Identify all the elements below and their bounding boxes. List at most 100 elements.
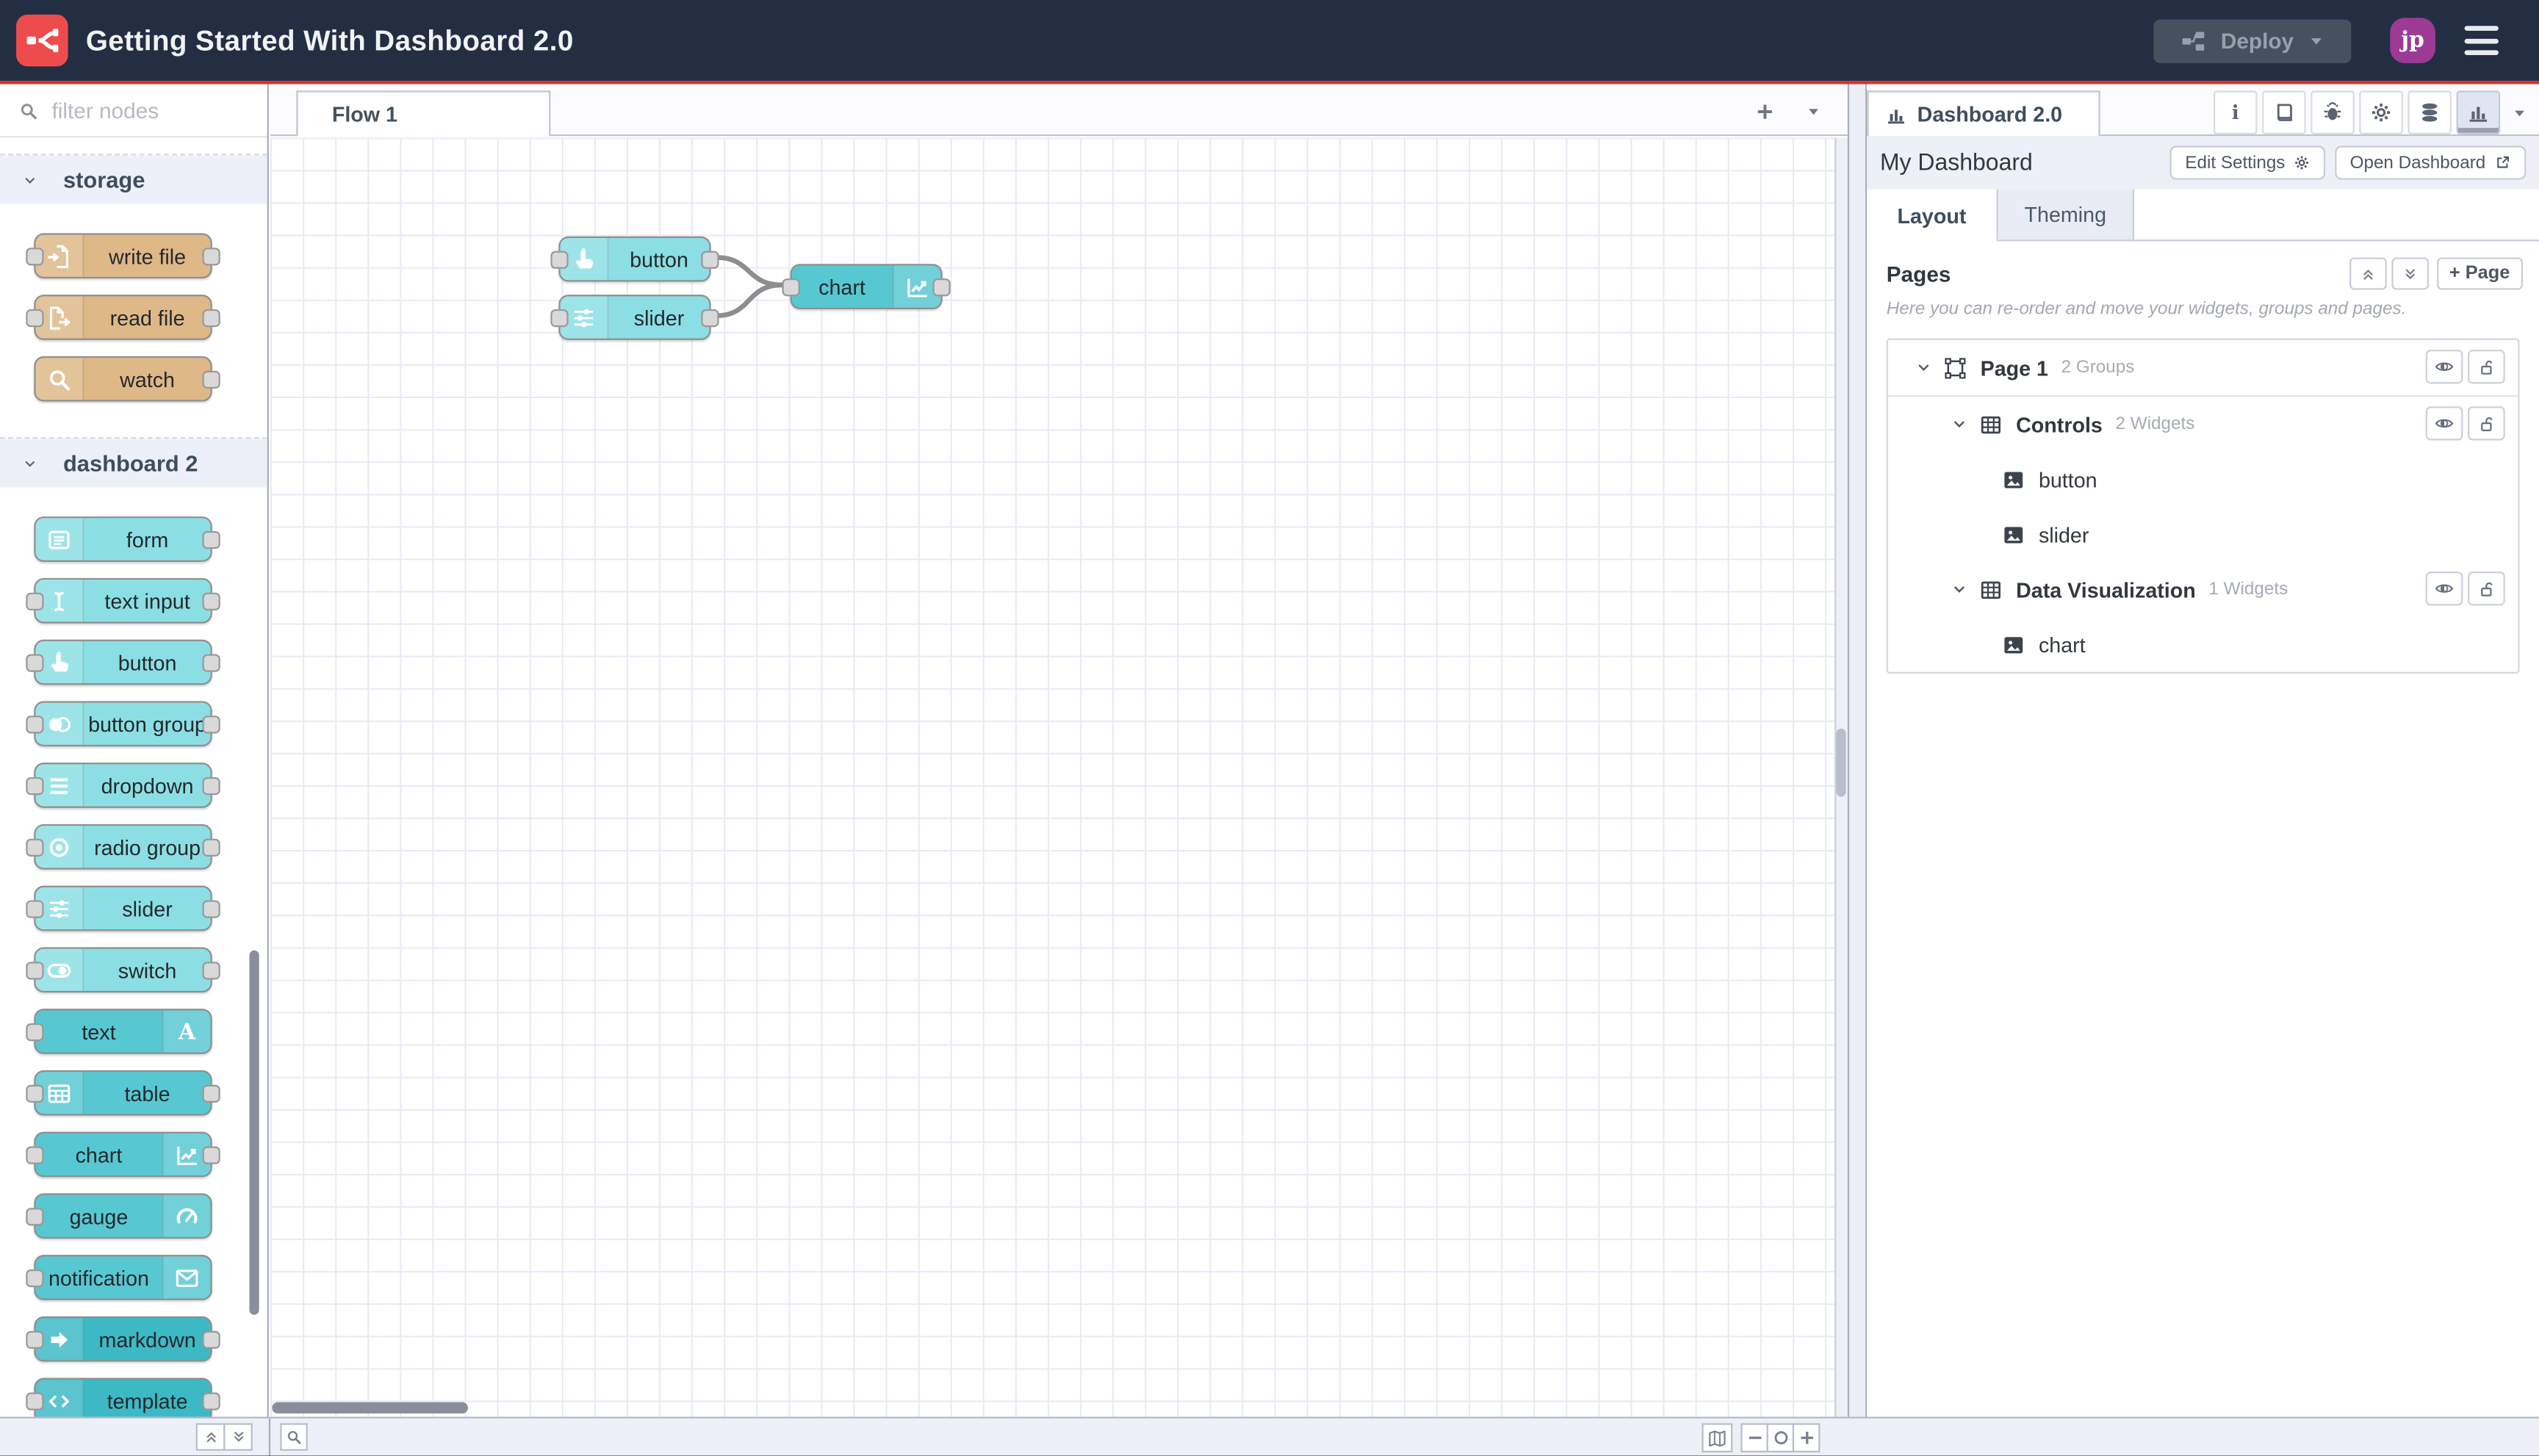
tab-dashboard-2[interactable]: Dashboard 2.0 [1867, 90, 2100, 137]
pal-node-notification[interactable]: notification [26, 1255, 212, 1300]
pal-node-table[interactable]: table [26, 1070, 220, 1116]
output-port[interactable] [202, 530, 220, 549]
open-dashboard-button[interactable]: Open Dashboard [2335, 145, 2527, 180]
palette-category-header-storage[interactable]: storage [0, 155, 267, 204]
move-down-button[interactable] [2391, 257, 2429, 290]
output-port[interactable] [202, 1330, 220, 1348]
input-port[interactable] [26, 1207, 44, 1225]
filter-nodes-input[interactable] [48, 96, 234, 124]
pal-node-button-group[interactable]: button group [26, 701, 220, 747]
input-port[interactable] [26, 1022, 44, 1041]
canvas-vertical-scrollbar-thumb[interactable] [1836, 728, 1846, 797]
zoom-reset-button[interactable] [1766, 1423, 1795, 1453]
input-port[interactable] [550, 250, 569, 268]
pal-node-text[interactable]: text A [26, 1009, 212, 1054]
navigator-toggle-button[interactable] [1701, 1423, 1733, 1453]
tree-row-button[interactable]: button [1888, 452, 2518, 507]
output-port[interactable] [701, 308, 719, 327]
sidebar-tool-gear-button[interactable] [2359, 90, 2403, 134]
add-page-button[interactable]: + Page [2436, 257, 2523, 290]
pal-node-gauge[interactable]: gauge [26, 1193, 212, 1239]
visibility-toggle-button[interactable] [2425, 572, 2463, 606]
input-port[interactable] [26, 837, 44, 856]
zoom-out-button[interactable] [1740, 1423, 1768, 1453]
input-port[interactable] [26, 776, 44, 795]
input-port[interactable] [26, 591, 44, 610]
pal-node-slider[interactable]: slider [26, 885, 220, 931]
sidebar-tool-bar-chart-button[interactable] [2456, 90, 2501, 134]
output-port[interactable] [202, 1391, 220, 1410]
edit-settings-button[interactable]: Edit Settings [2170, 145, 2326, 180]
output-port[interactable] [202, 370, 220, 388]
pal-node-form[interactable]: form [34, 516, 220, 562]
output-port[interactable] [202, 776, 220, 795]
pal-node-dropdown[interactable]: dropdown [26, 763, 220, 808]
tree-row-controls[interactable]: Controls 2 Widgets [1888, 397, 2518, 452]
pal-node-template[interactable]: template [26, 1377, 220, 1417]
output-port[interactable] [202, 715, 220, 733]
output-port[interactable] [202, 837, 220, 856]
pal-node-read-file[interactable]: read file [26, 295, 220, 340]
input-port[interactable] [26, 1330, 44, 1348]
tab-layout[interactable]: Layout [1867, 189, 1998, 242]
sidebar-options-caret-button[interactable] [2507, 90, 2532, 134]
output-port[interactable] [202, 308, 220, 327]
tab-theming[interactable]: Theming [1998, 189, 2134, 240]
input-port[interactable] [782, 278, 800, 296]
output-port[interactable] [202, 899, 220, 918]
output-port[interactable] [932, 278, 951, 296]
tree-row-chart[interactable]: chart [1888, 617, 2518, 672]
output-port[interactable] [202, 961, 220, 979]
collapse-toggle[interactable] [1914, 358, 1933, 377]
input-port[interactable] [26, 308, 44, 327]
pal-node-write-file[interactable]: write file [26, 233, 220, 279]
input-port[interactable] [26, 715, 44, 733]
pal-node-watch[interactable]: watch [34, 356, 220, 402]
flow-canvas[interactable]: button slider chart [270, 137, 1848, 1417]
cv-node-chart[interactable]: chart [782, 264, 951, 309]
output-port[interactable] [202, 653, 220, 671]
flow-list-caret-button[interactable] [1798, 95, 1829, 126]
tree-row-page-1[interactable]: Page 1 2 Groups [1887, 340, 2518, 397]
search-flows-button[interactable] [280, 1423, 308, 1451]
move-up-button[interactable] [2349, 257, 2386, 290]
output-port[interactable] [202, 247, 220, 265]
pal-node-button[interactable]: button [26, 639, 220, 685]
wire-slider-to-chart[interactable] [713, 282, 785, 319]
visibility-toggle-button[interactable] [2425, 350, 2463, 384]
input-port[interactable] [26, 1084, 44, 1102]
deploy-button[interactable]: Deploy [2153, 19, 2352, 63]
tree-row-slider[interactable]: slider [1888, 507, 2518, 562]
palette-scroll-down-button[interactable] [223, 1423, 253, 1451]
zoom-in-button[interactable] [1792, 1423, 1820, 1453]
pal-node-radio-group[interactable]: radio group [26, 823, 220, 870]
lock-toggle-button[interactable] [2468, 572, 2505, 606]
input-port[interactable] [26, 1268, 44, 1287]
output-port[interactable] [701, 250, 719, 268]
user-avatar[interactable]: jp [2390, 18, 2435, 63]
output-port[interactable] [202, 1145, 220, 1164]
sidebar-resize-handle[interactable] [1847, 84, 1868, 1417]
palette-category-header-dashboard-2[interactable]: dashboard 2 [0, 439, 267, 488]
palette-scroll-up-button[interactable] [195, 1423, 226, 1451]
input-port[interactable] [26, 961, 44, 979]
sidebar-tool-book-button[interactable] [2262, 90, 2306, 134]
output-port[interactable] [202, 1084, 220, 1102]
palette-scrollbar-thumb[interactable] [249, 950, 259, 1315]
lock-toggle-button[interactable] [2468, 406, 2505, 441]
lock-toggle-button[interactable] [2468, 350, 2505, 384]
pal-node-chart[interactable]: chart [26, 1131, 220, 1178]
sidebar-tool-bug-button[interactable] [2311, 90, 2355, 134]
tab-flow-1[interactable]: Flow 1 [296, 90, 551, 137]
collapse-toggle[interactable] [1950, 414, 1969, 433]
visibility-toggle-button[interactable] [2425, 406, 2463, 441]
pal-node-switch[interactable]: switch [26, 947, 220, 993]
main-menu-button[interactable] [2464, 26, 2499, 55]
pal-node-markdown[interactable]: markdown [26, 1316, 220, 1362]
input-port[interactable] [26, 1391, 44, 1410]
output-port[interactable] [202, 591, 220, 610]
input-port[interactable] [26, 1145, 44, 1164]
sidebar-tool-layers-button[interactable] [2407, 90, 2452, 134]
pal-node-text-input[interactable]: text input [26, 577, 220, 624]
collapse-toggle[interactable] [1950, 580, 1969, 599]
